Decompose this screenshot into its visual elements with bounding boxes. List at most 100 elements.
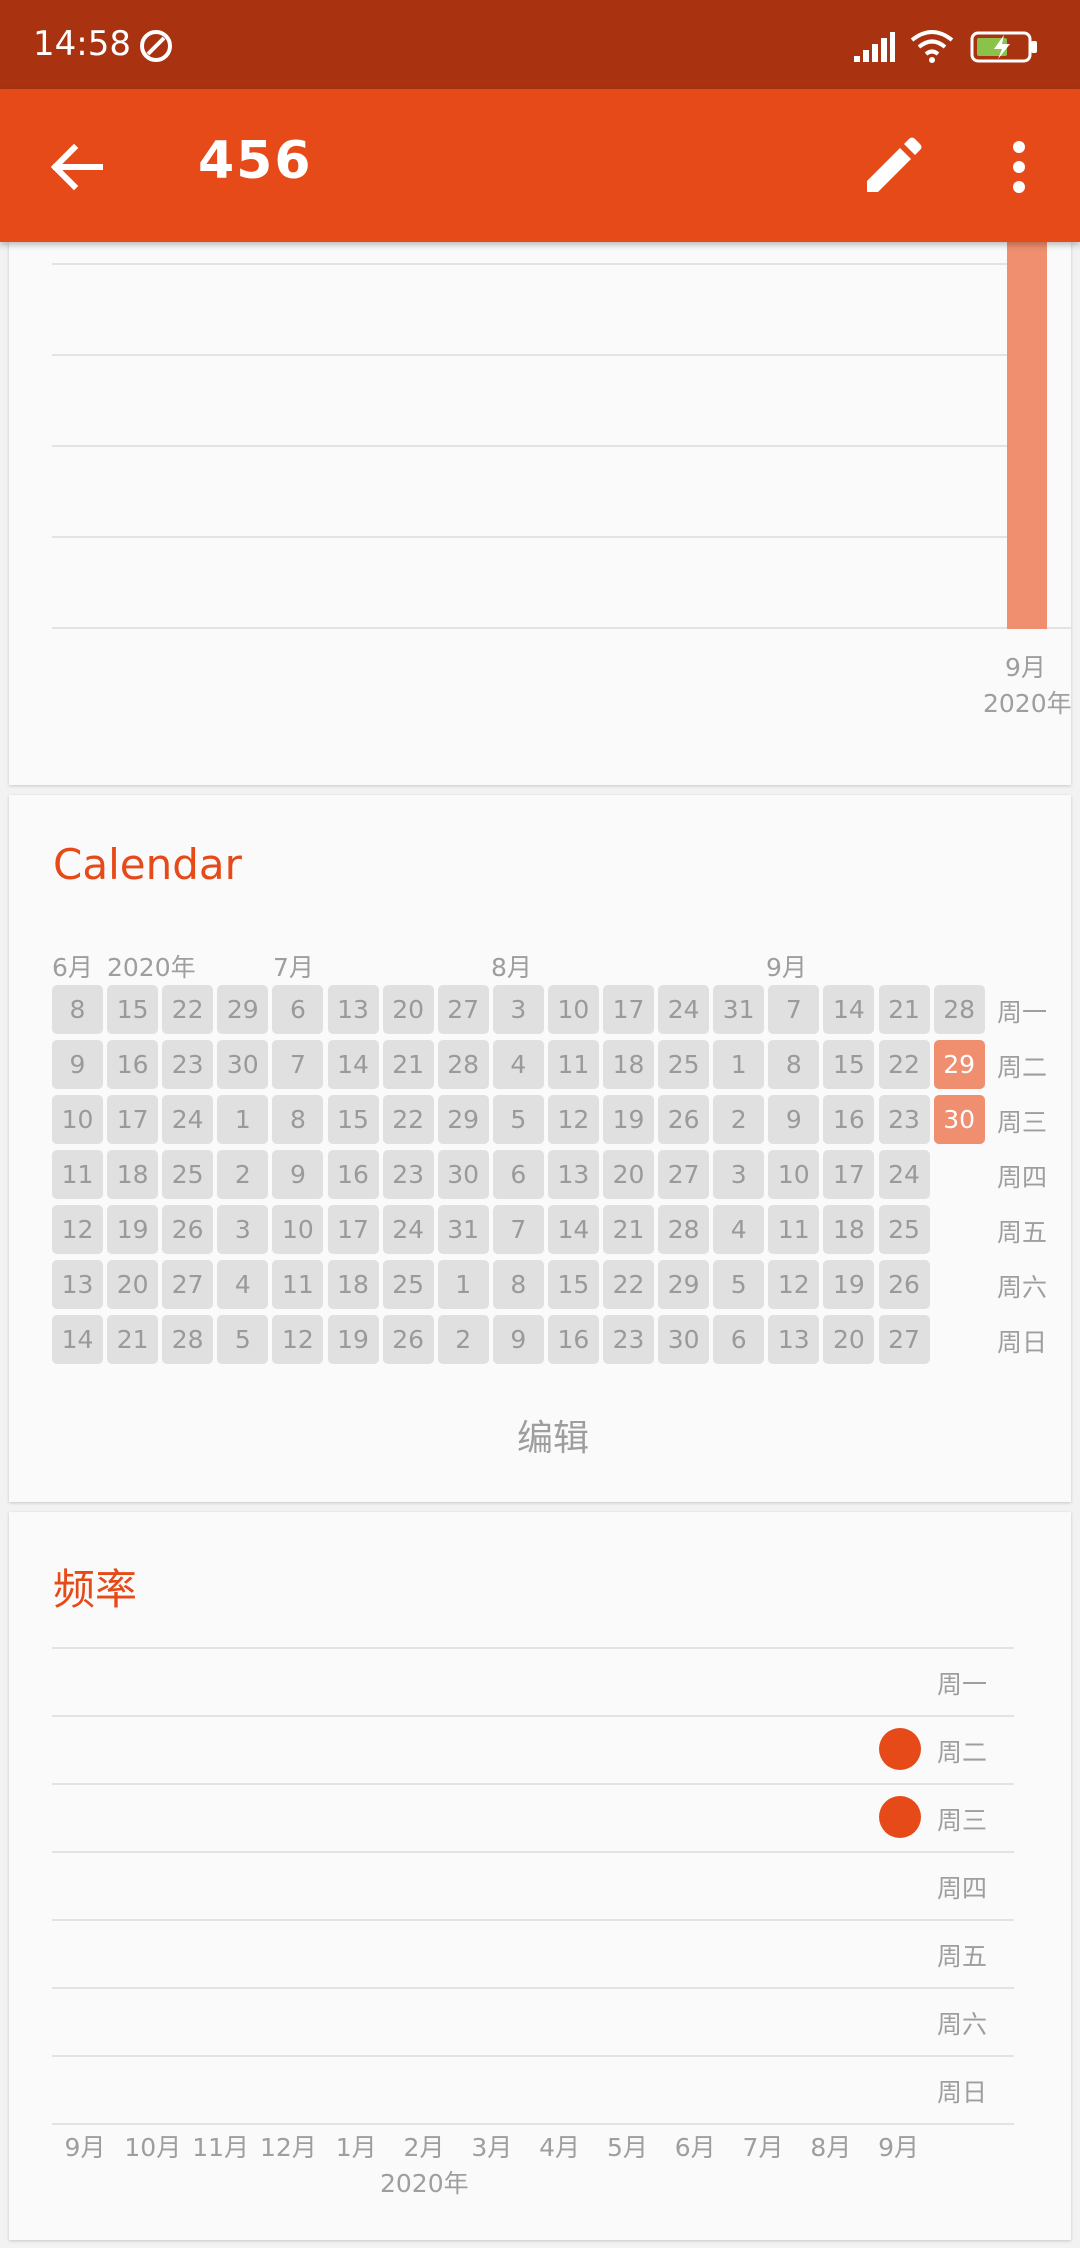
calendar-day[interactable]: 29 — [437, 1095, 489, 1144]
calendar-day[interactable]: 12 — [272, 1315, 324, 1364]
calendar-day[interactable]: 23 — [382, 1150, 434, 1199]
calendar-day[interactable]: 13 — [547, 1150, 599, 1199]
calendar-day[interactable]: 1 — [713, 1040, 765, 1089]
calendar-day[interactable]: 17 — [603, 985, 654, 1034]
calendar-day[interactable]: 24 — [382, 1205, 434, 1254]
calendar-day[interactable]: 16 — [107, 1040, 159, 1089]
calendar-day[interactable]: 9 — [272, 1150, 324, 1199]
more-vert-icon[interactable] — [979, 127, 1059, 207]
calendar-day[interactable]: 2 — [217, 1150, 269, 1199]
calendar-day[interactable]: 14 — [823, 985, 875, 1034]
calendar-day[interactable]: 20 — [603, 1150, 654, 1199]
calendar-day[interactable]: 27 — [658, 1150, 710, 1199]
calendar-day[interactable]: 26 — [658, 1095, 710, 1144]
calendar-day[interactable]: 28 — [437, 1040, 489, 1089]
calendar-day[interactable]: 19 — [107, 1205, 159, 1254]
calendar-day[interactable]: 30 — [437, 1150, 489, 1199]
calendar-day[interactable]: 25 — [658, 1040, 710, 1089]
calendar-day[interactable]: 16 — [823, 1095, 875, 1144]
calendar-day[interactable]: 17 — [327, 1205, 379, 1254]
calendar-day[interactable]: 4 — [492, 1040, 544, 1089]
calendar-day[interactable]: 7 — [492, 1205, 544, 1254]
calendar-day[interactable]: 24 — [658, 985, 710, 1034]
calendar-day[interactable]: 3 — [492, 985, 544, 1034]
calendar-day[interactable]: 3 — [217, 1205, 269, 1254]
calendar-day[interactable]: 6 — [713, 1315, 765, 1364]
calendar-day[interactable]: 14 — [547, 1205, 599, 1254]
calendar-day[interactable]: 28 — [658, 1205, 710, 1254]
calendar-day[interactable]: 18 — [107, 1150, 159, 1199]
calendar-day[interactable]: 24 — [878, 1150, 930, 1199]
calendar-day[interactable]: 20 — [382, 985, 434, 1034]
calendar-day[interactable]: 2 — [713, 1095, 765, 1144]
calendar-day[interactable]: 21 — [107, 1315, 159, 1364]
calendar-day[interactable]: 28 — [933, 985, 985, 1034]
calendar-day[interactable]: 12 — [547, 1095, 599, 1144]
calendar-day[interactable]: 30 — [658, 1315, 710, 1364]
calendar-day[interactable]: 26 — [382, 1315, 434, 1364]
calendar-day[interactable]: 11 — [547, 1040, 599, 1089]
calendar-day[interactable]: 10 — [272, 1205, 324, 1254]
calendar-day[interactable]: 12 — [768, 1260, 820, 1309]
calendar-day[interactable]: 15 — [107, 985, 159, 1034]
calendar-day[interactable]: 20 — [107, 1260, 159, 1309]
calendar-day[interactable]: 27 — [878, 1315, 930, 1364]
calendar-day[interactable]: 4 — [713, 1205, 765, 1254]
calendar-day[interactable]: 12 — [52, 1205, 103, 1254]
calendar-day[interactable]: 3 — [713, 1150, 765, 1199]
calendar-day[interactable]: 20 — [823, 1315, 875, 1364]
calendar-day-checked[interactable]: 30 — [933, 1095, 985, 1144]
calendar-day[interactable]: 29 — [217, 985, 269, 1034]
calendar-day[interactable]: 18 — [603, 1040, 654, 1089]
calendar-day[interactable]: 31 — [713, 985, 765, 1034]
calendar-day[interactable]: 13 — [768, 1315, 820, 1364]
calendar-day[interactable]: 18 — [823, 1205, 875, 1254]
calendar-day[interactable]: 19 — [603, 1095, 654, 1144]
calendar-day[interactable]: 15 — [327, 1095, 379, 1144]
calendar-day[interactable]: 1 — [437, 1260, 489, 1309]
calendar-day[interactable]: 25 — [878, 1205, 930, 1254]
calendar-day[interactable]: 10 — [768, 1150, 820, 1199]
calendar-day[interactable]: 10 — [52, 1095, 103, 1144]
calendar-day[interactable]: 30 — [217, 1040, 269, 1089]
calendar-day[interactable]: 25 — [162, 1150, 214, 1199]
calendar-day[interactable]: 11 — [768, 1205, 820, 1254]
calendar-day[interactable]: 26 — [162, 1205, 214, 1254]
calendar-day[interactable]: 8 — [492, 1260, 544, 1309]
calendar-day[interactable]: 16 — [547, 1315, 599, 1364]
calendar-day[interactable]: 22 — [878, 1040, 930, 1089]
calendar-day[interactable]: 10 — [547, 985, 599, 1034]
calendar-day[interactable]: 7 — [272, 1040, 324, 1089]
calendar-day[interactable]: 23 — [878, 1095, 930, 1144]
calendar-day[interactable]: 5 — [713, 1260, 765, 1309]
calendar-day-checked[interactable]: 29 — [933, 1040, 985, 1089]
calendar-day[interactable]: 13 — [327, 985, 379, 1034]
calendar-day[interactable]: 24 — [162, 1095, 214, 1144]
calendar-day[interactable]: 14 — [327, 1040, 379, 1089]
calendar-day[interactable]: 13 — [52, 1260, 103, 1309]
calendar-day[interactable]: 23 — [162, 1040, 214, 1089]
calendar-day[interactable]: 18 — [327, 1260, 379, 1309]
calendar-day[interactable]: 26 — [878, 1260, 930, 1309]
calendar-day[interactable]: 29 — [658, 1260, 710, 1309]
calendar-day[interactable]: 21 — [603, 1205, 654, 1254]
calendar-day[interactable]: 8 — [272, 1095, 324, 1144]
calendar-day[interactable]: 11 — [52, 1150, 103, 1199]
calendar-edit-button[interactable]: 编辑 — [517, 1409, 589, 1461]
calendar-day[interactable]: 17 — [823, 1150, 875, 1199]
calendar-day[interactable]: 14 — [52, 1315, 103, 1364]
calendar-day[interactable]: 27 — [162, 1260, 214, 1309]
calendar-day[interactable]: 27 — [437, 985, 489, 1034]
calendar-day[interactable]: 2 — [437, 1315, 489, 1364]
calendar-day[interactable]: 19 — [823, 1260, 875, 1309]
calendar-day[interactable]: 5 — [217, 1315, 269, 1364]
calendar-day[interactable]: 19 — [327, 1315, 379, 1364]
calendar-day[interactable]: 22 — [603, 1260, 654, 1309]
calendar-day[interactable]: 22 — [162, 985, 214, 1034]
calendar-day[interactable]: 7 — [768, 985, 820, 1034]
calendar-day[interactable]: 4 — [217, 1260, 269, 1309]
calendar-day[interactable]: 5 — [492, 1095, 544, 1144]
calendar-day[interactable]: 21 — [382, 1040, 434, 1089]
calendar-day[interactable]: 15 — [823, 1040, 875, 1089]
calendar-day[interactable]: 8 — [52, 985, 103, 1034]
